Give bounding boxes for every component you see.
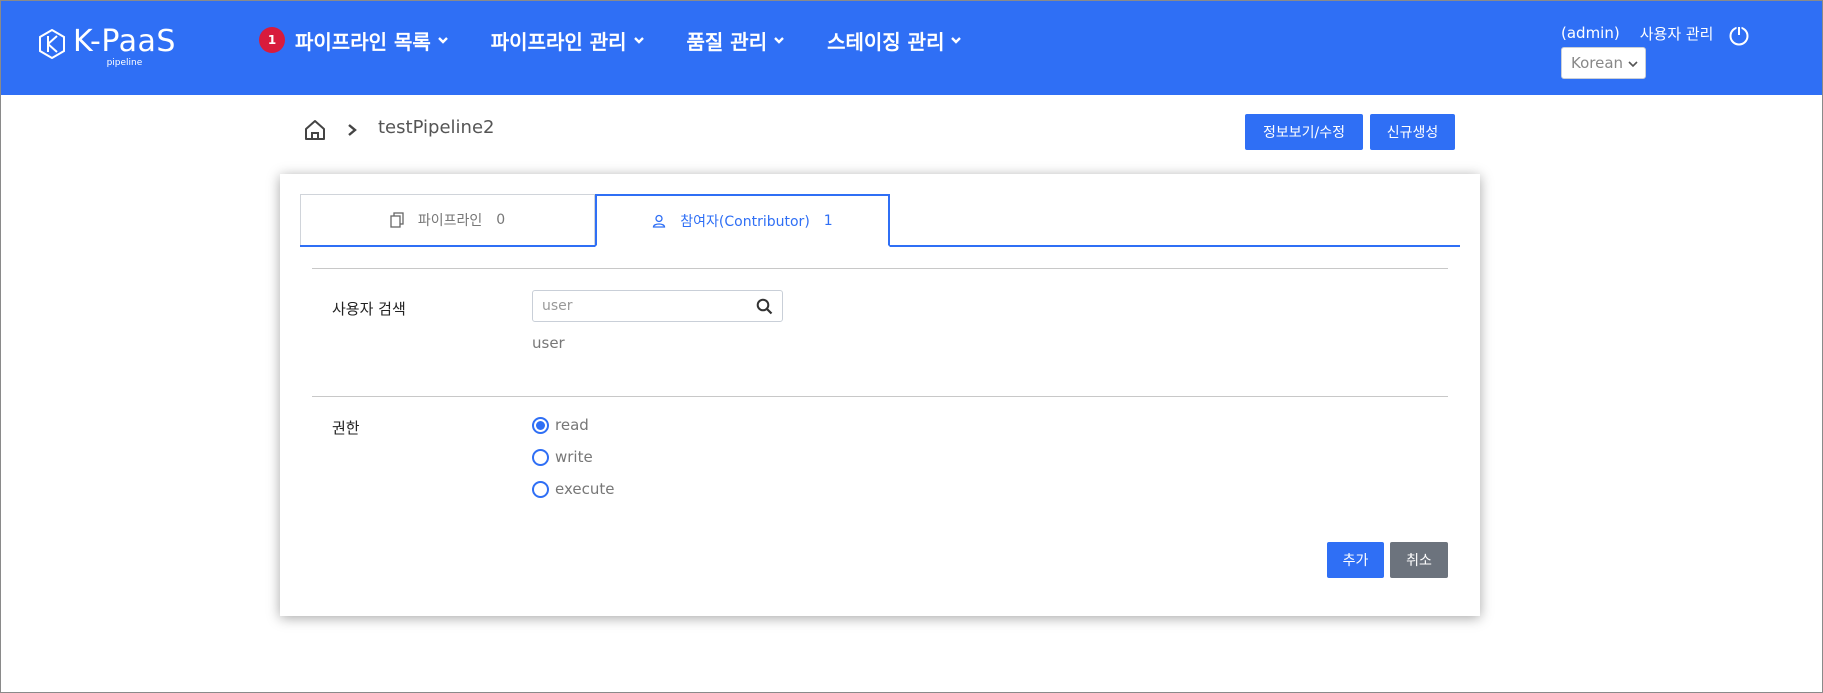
tab-count: 0 xyxy=(496,212,506,228)
radio-write[interactable]: write xyxy=(532,448,593,466)
user-search-label: 사용자 검색 xyxy=(332,300,406,318)
breadcrumb-current: testPipeline2 xyxy=(378,117,495,138)
logo-title: K-PaaS xyxy=(73,24,176,59)
radio-button[interactable] xyxy=(532,416,549,434)
logo-subtitle: pipeline xyxy=(106,58,143,68)
radio-label: read xyxy=(555,416,589,434)
user-area: (admin) 사용자 관리 xyxy=(1561,21,1734,45)
user-search-input[interactable]: user xyxy=(532,290,783,322)
divider xyxy=(312,396,1448,397)
nav-label: 파이프라인 목록 xyxy=(295,29,431,54)
nav-pipeline-list[interactable]: 1 파이프라인 목록 xyxy=(259,26,449,55)
permission-label: 권한 xyxy=(332,419,360,437)
tab-bar: 파이프라인 0 참여자(Contributor) 1 xyxy=(300,194,1460,247)
divider xyxy=(312,268,1448,269)
create-button[interactable]: 신규생성 xyxy=(1370,114,1455,150)
radio-read[interactable]: read xyxy=(532,416,589,434)
radio-button[interactable] xyxy=(532,448,549,466)
nav-label: 품질 관리 xyxy=(686,29,768,54)
tab-label: 참여자(Contributor) xyxy=(680,213,810,230)
chevron-down-icon xyxy=(774,37,784,44)
main-nav: 1 파이프라인 목록 파이프라인 관리 품질 관리 스테이징 관리 xyxy=(259,23,1004,57)
user-search-result[interactable]: user xyxy=(532,334,565,352)
chevron-down-icon xyxy=(1628,61,1638,68)
top-navbar: K-PaaS pipeline 1 파이프라인 목록 파이프라인 관리 품질 관… xyxy=(1,1,1822,95)
copy-icon xyxy=(390,212,404,228)
radio-label: write xyxy=(555,448,593,466)
person-icon xyxy=(653,214,666,228)
search-icon[interactable] xyxy=(756,298,773,315)
radio-button[interactable] xyxy=(532,480,549,498)
view-edit-button[interactable]: 정보보기/수정 xyxy=(1245,114,1363,150)
nav-staging-manage[interactable]: 스테이징 관리 xyxy=(827,26,962,55)
power-icon[interactable] xyxy=(1727,23,1751,47)
current-user[interactable]: (admin) xyxy=(1561,24,1620,42)
tab-pipeline[interactable]: 파이프라인 0 xyxy=(300,194,595,245)
contributor-panel: 파이프라인 0 참여자(Contributor) 1 사용자 검색 user u… xyxy=(280,174,1480,616)
cancel-button[interactable]: 취소 xyxy=(1390,542,1448,578)
user-manage-link[interactable]: 사용자 관리 xyxy=(1640,23,1714,44)
kpaas-logo-icon xyxy=(39,29,65,59)
radio-label: execute xyxy=(555,480,615,498)
tab-contributor[interactable]: 참여자(Contributor) 1 xyxy=(595,194,890,247)
notification-badge: 1 xyxy=(259,27,285,53)
chevron-down-icon xyxy=(633,37,644,44)
search-placeholder: user xyxy=(542,298,573,314)
tab-count: 1 xyxy=(823,212,833,229)
chevron-down-icon xyxy=(951,37,962,44)
add-button[interactable]: 추가 xyxy=(1327,542,1384,578)
home-icon[interactable] xyxy=(303,118,327,142)
nav-label: 파이프라인 관리 xyxy=(490,29,627,54)
logo[interactable]: K-PaaS pipeline xyxy=(39,25,176,69)
nav-label: 스테이징 관리 xyxy=(827,29,945,54)
language-value: Korean xyxy=(1571,54,1624,72)
chevron-right-icon xyxy=(348,124,357,136)
tab-label: 파이프라인 xyxy=(417,213,483,229)
nav-quality-manage[interactable]: 품질 관리 xyxy=(687,26,786,55)
chevron-down-icon xyxy=(437,37,448,44)
radio-execute[interactable]: execute xyxy=(532,480,614,498)
language-select[interactable]: Korean xyxy=(1561,47,1646,79)
nav-pipeline-manage[interactable]: 파이프라인 관리 xyxy=(491,26,645,55)
